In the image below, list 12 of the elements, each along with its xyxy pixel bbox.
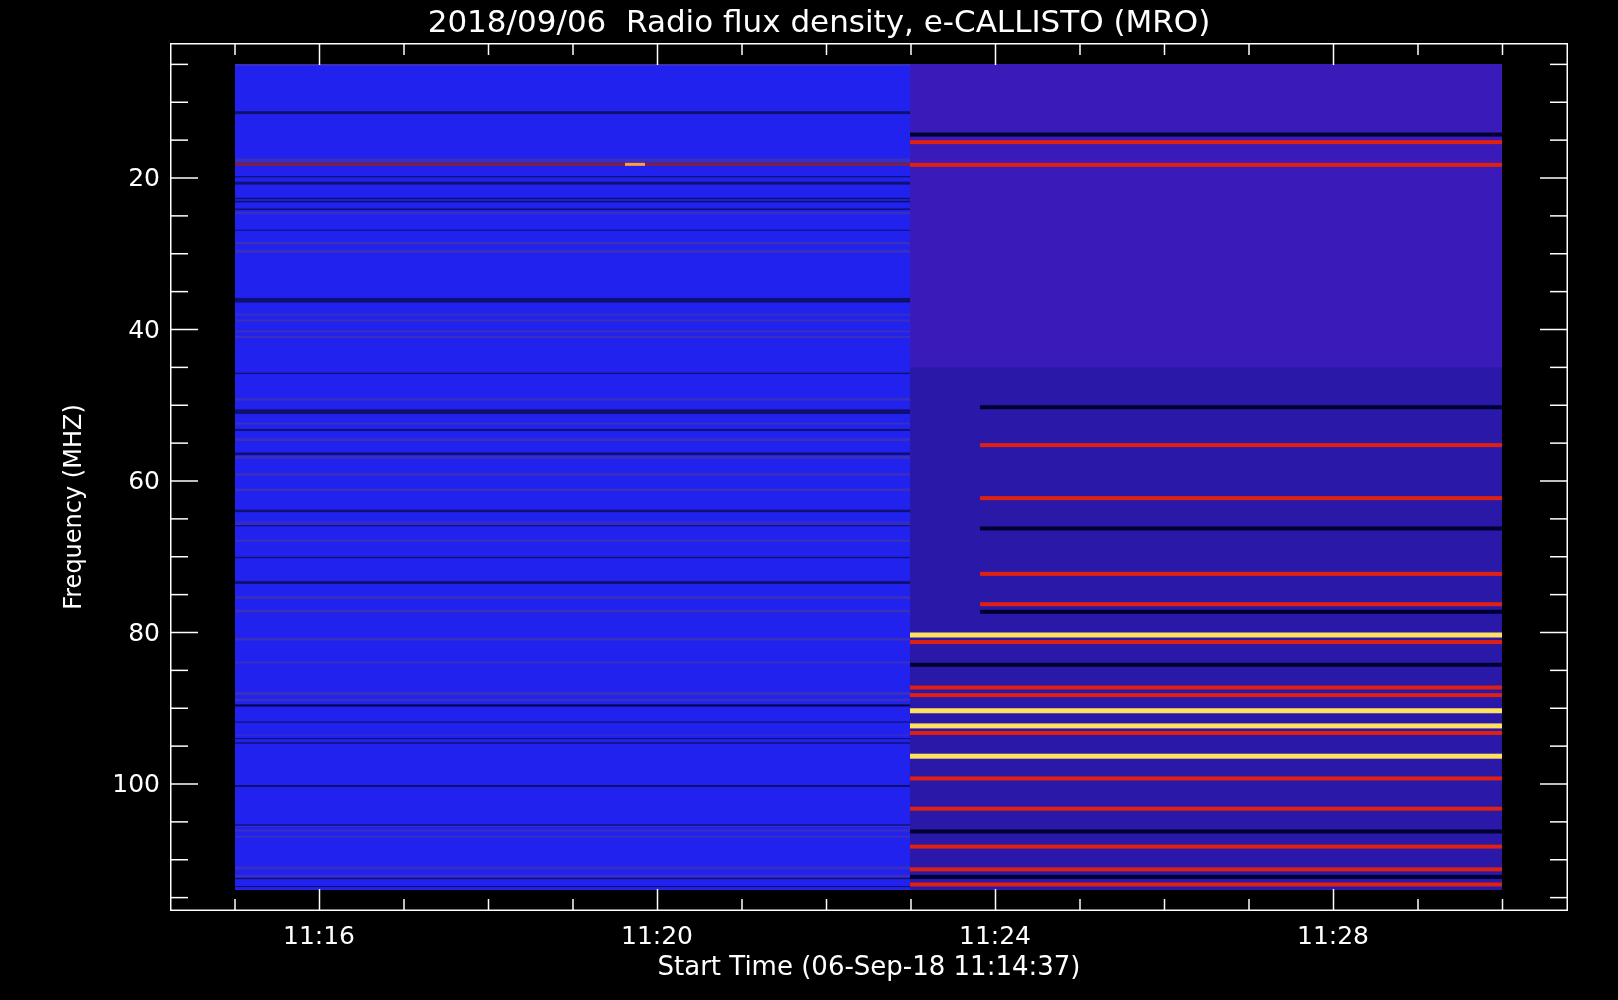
- y-tick-label: 60: [128, 466, 160, 496]
- x-tick-label: 11:20: [621, 921, 693, 950]
- y-tick-label: 40: [128, 314, 160, 345]
- y-tick-label: 100: [112, 769, 160, 799]
- y-tick-label: 20: [128, 163, 160, 193]
- y-axis-label: Frequency (MHZ): [58, 404, 87, 610]
- y-tick-label: 80: [128, 617, 160, 648]
- x-axis-label: Start Time (06-Sep-18 11:14:37): [657, 951, 1081, 981]
- x-tick-label: 11:16: [283, 921, 355, 950]
- chart-title: 2018/09/06 Radio flux density, e-CALLISTO (MRO): [426, 2, 1212, 41]
- x-tick-label: 11:28: [1297, 921, 1369, 950]
- x-tick-label: 11:24: [959, 921, 1031, 950]
